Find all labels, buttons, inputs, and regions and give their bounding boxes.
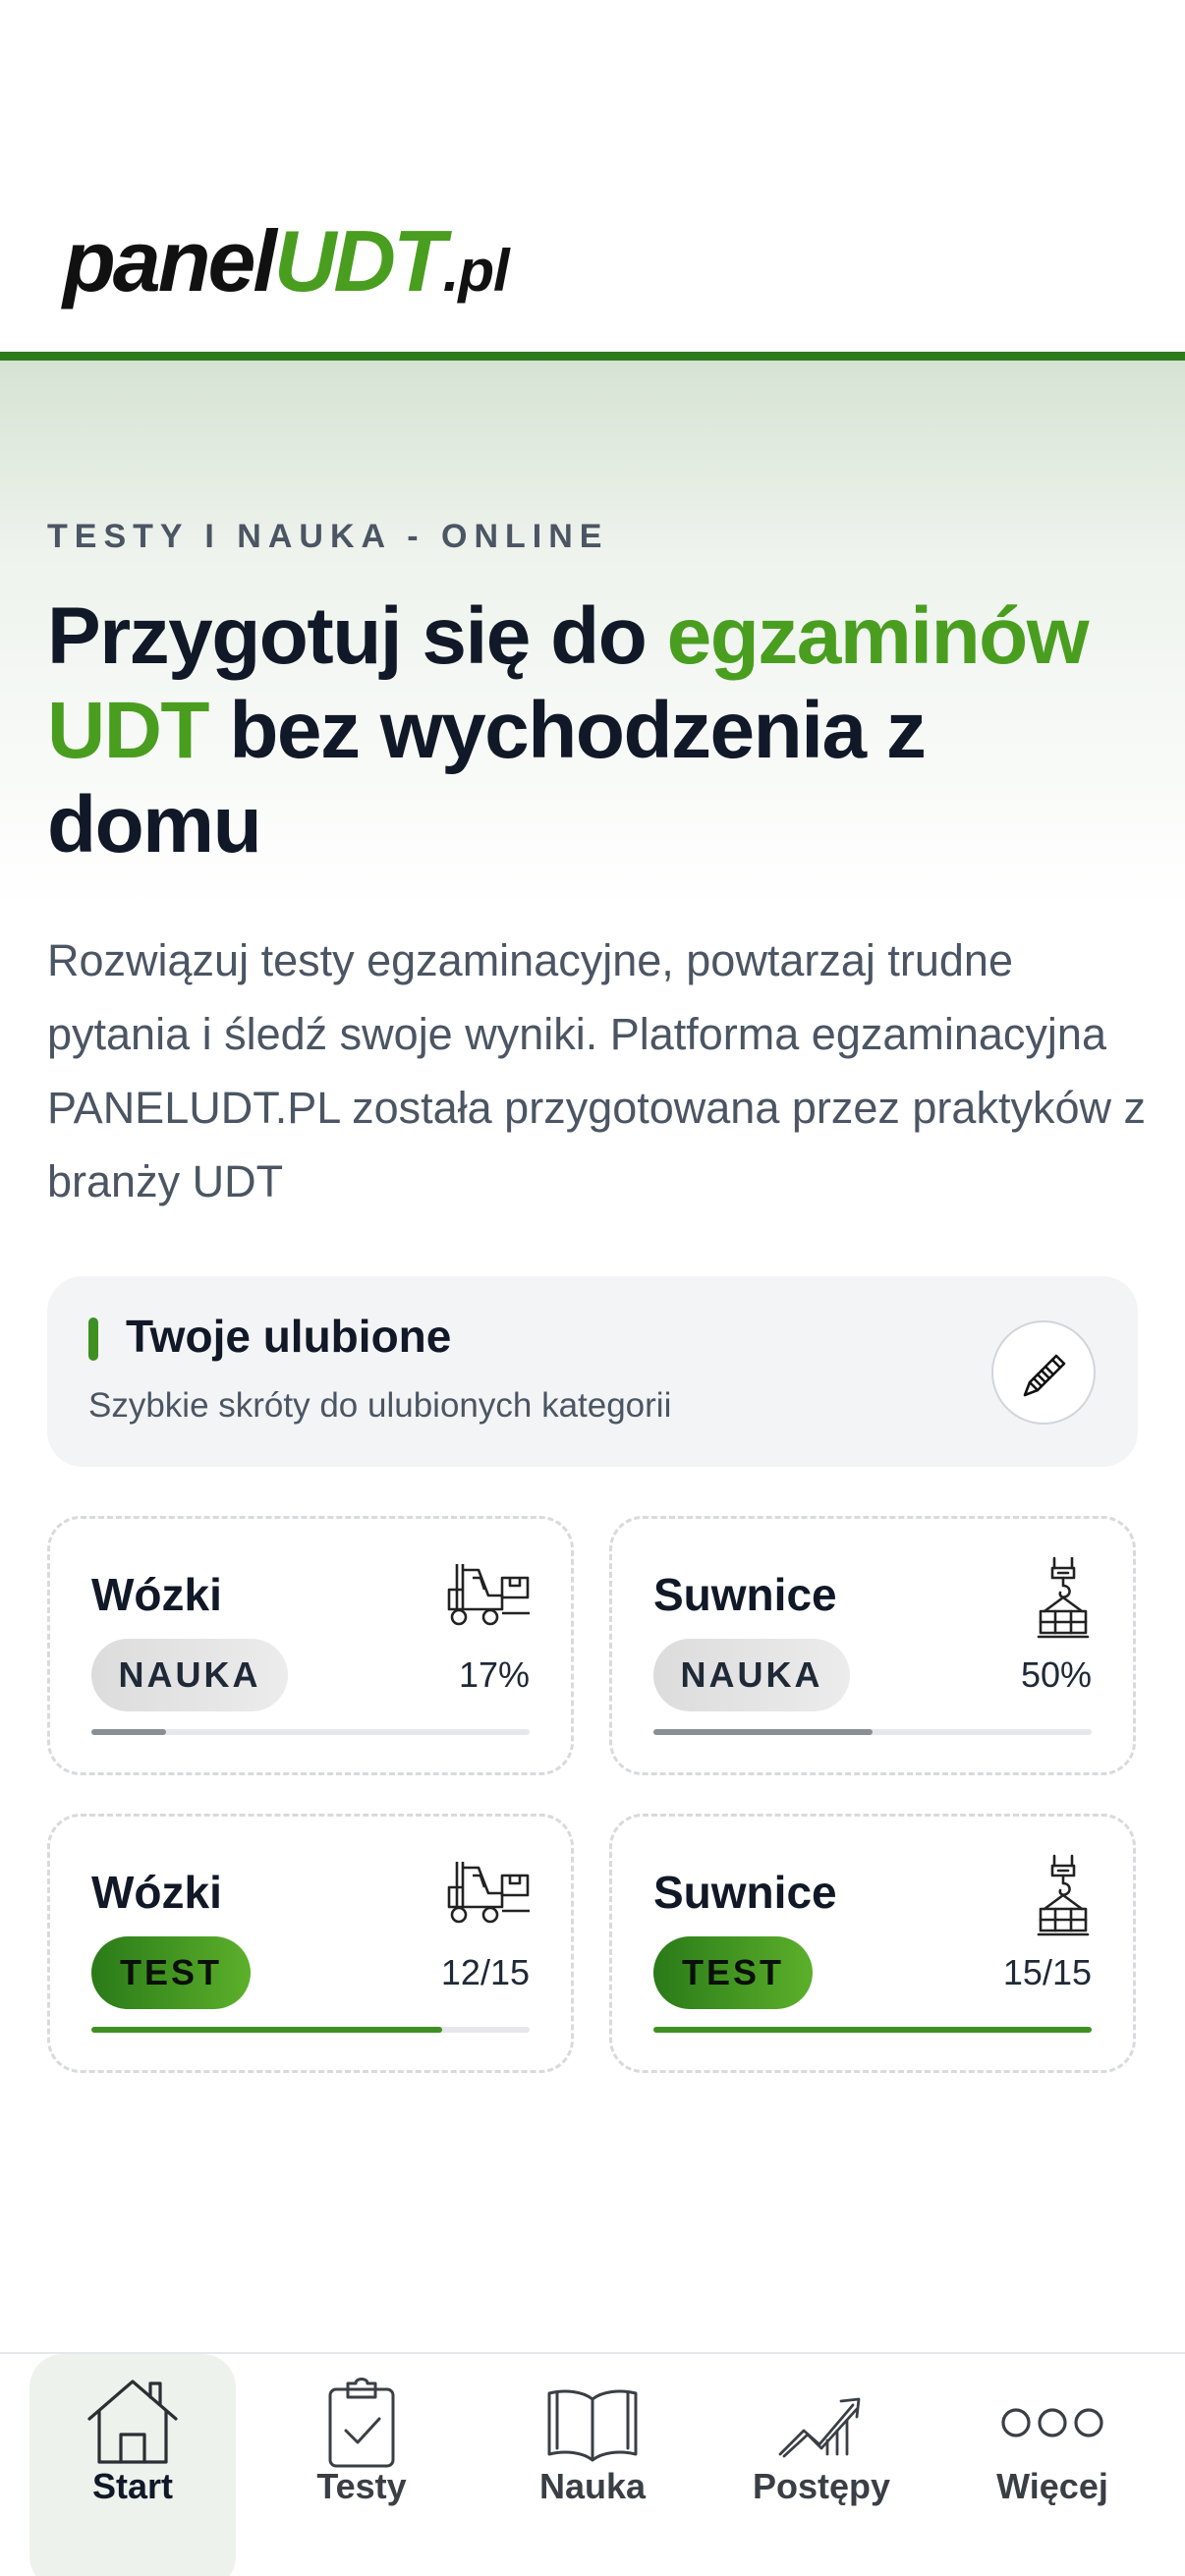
favorites-card: Twoje ulubione Szybkie skróty do ulubion… bbox=[47, 1276, 1138, 1467]
progress-fill bbox=[91, 1729, 166, 1735]
nav-label: Nauka bbox=[538, 2466, 647, 2506]
forklift-icon bbox=[445, 1854, 532, 1932]
favorites-accent-bar bbox=[88, 1317, 98, 1361]
nav-item-testy[interactable]: Testy bbox=[258, 2354, 465, 2576]
progress-track bbox=[91, 2027, 530, 2033]
forklift-icon bbox=[445, 1556, 532, 1634]
pencil-icon bbox=[1023, 1354, 1066, 1397]
nav-label: Start bbox=[91, 2466, 174, 2506]
book-icon bbox=[547, 2389, 638, 2462]
favorite-tile[interactable]: Wózki TEST 12/15 bbox=[47, 1814, 574, 2073]
more-circles-icon bbox=[1001, 2408, 1103, 2437]
nav-label: Postępy bbox=[752, 2466, 891, 2506]
progress-fill bbox=[653, 1729, 873, 1735]
nav-item-nauka[interactable]: Nauka bbox=[489, 2354, 696, 2576]
progress-value: 50% bbox=[1020, 1654, 1092, 1695]
hero-headline: Przygotuj się do egzaminów UDT bez wycho… bbox=[47, 589, 1148, 872]
progress-value: 17% bbox=[458, 1654, 530, 1695]
edit-favorites-button[interactable] bbox=[991, 1320, 1096, 1425]
favorites-subtitle: Szybkie skróty do ulubionych kategorii bbox=[88, 1386, 672, 1425]
mode-pill[interactable]: NAUKA bbox=[91, 1639, 288, 1711]
favorite-tile[interactable]: Wózki NAUKA 17% bbox=[47, 1516, 574, 1775]
score-value: 12/15 bbox=[440, 1952, 530, 1992]
hero-description: Rozwiązuj testy egzaminacyjne, powtarzaj… bbox=[47, 935, 1146, 1206]
hero-eyebrow: TESTY I NAUKA - ONLINE bbox=[47, 518, 609, 555]
mode-pill[interactable]: TEST bbox=[653, 1936, 813, 2009]
header-divider bbox=[0, 352, 1185, 361]
chart-up-icon bbox=[778, 2397, 861, 2458]
crane-hook-icon bbox=[1033, 1854, 1094, 1943]
progress-fill bbox=[653, 2027, 1092, 2033]
crane-hook-icon bbox=[1033, 1556, 1094, 1646]
nav-item-postepy[interactable]: Postępy bbox=[718, 2354, 925, 2576]
nav-label: Testy bbox=[316, 2466, 407, 2506]
nav-label: Więcej bbox=[996, 2466, 1108, 2506]
headline-part1: Przygotuj się do bbox=[47, 591, 667, 681]
progress-fill bbox=[91, 2027, 442, 2033]
mode-pill[interactable]: NAUKA bbox=[653, 1639, 850, 1711]
favorite-tile[interactable]: Suwnice TEST 15/15 bbox=[609, 1814, 1136, 2073]
logo-panel-text: panel bbox=[63, 212, 277, 309]
score-value: 15/15 bbox=[1002, 1952, 1092, 1992]
nav-item-wiecej[interactable]: Więcej bbox=[949, 2354, 1156, 2576]
logo-udt-text: UDT bbox=[273, 212, 446, 309]
progress-track bbox=[91, 1729, 530, 1735]
home-icon bbox=[87, 2380, 178, 2464]
nav-item-start[interactable]: Start bbox=[29, 2354, 236, 2576]
mode-pill[interactable]: TEST bbox=[91, 1936, 251, 2009]
tile-title: Suwnice bbox=[653, 1867, 837, 1918]
progress-track bbox=[653, 1729, 1092, 1735]
tile-title: Suwnice bbox=[653, 1569, 837, 1620]
tile-title: Wózki bbox=[91, 1867, 222, 1918]
favorites-title: Twoje ulubione bbox=[126, 1311, 452, 1362]
progress-track bbox=[653, 2027, 1092, 2033]
clipboard-check-icon bbox=[328, 2378, 395, 2468]
brand-logo[interactable]: panelUDT.pl bbox=[63, 218, 510, 305]
tile-title: Wózki bbox=[91, 1569, 222, 1620]
bottom-navigation: Start Testy Nauka Postępy Więcej bbox=[0, 2352, 1185, 2576]
app-header: panelUDT.pl bbox=[0, 0, 1185, 361]
favorite-tile[interactable]: Suwnice NAUKA 50% bbox=[609, 1516, 1136, 1775]
logo-pl-text: .pl bbox=[442, 238, 510, 304]
